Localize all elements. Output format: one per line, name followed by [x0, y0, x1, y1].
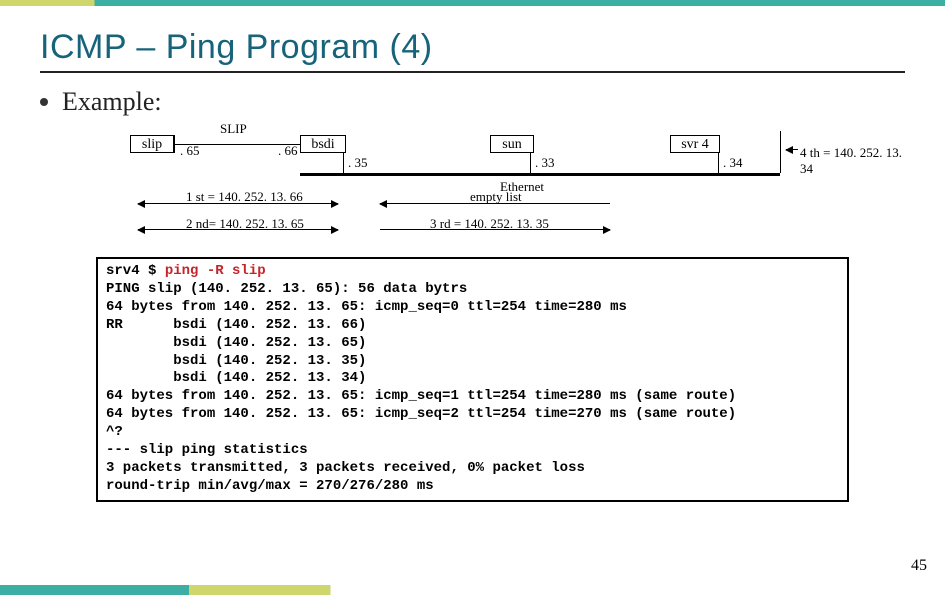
page-number: 45 — [911, 557, 927, 575]
slip-right-vline — [300, 135, 301, 153]
terminal-line: bsdi (140. 252. 13. 35) — [106, 353, 366, 369]
slide-content: ICMP – Ping Program (4) Example: slip bs… — [0, 0, 945, 502]
terminal-line: round-trip min/avg/max = 270/276/280 ms — [106, 478, 434, 494]
route-second: 2 nd= 140. 252. 13. 65 — [186, 216, 304, 232]
ip-sun-right: . 33 — [535, 155, 555, 171]
network-diagram: slip bsdi sun svr 4 SLIP . 65 . 66 . 35 … — [100, 121, 905, 251]
route-empty: empty list — [470, 189, 522, 205]
title-underline — [40, 71, 905, 73]
ip-svr4-right: . 34 — [723, 155, 743, 171]
node-bsdi: bsdi — [300, 135, 346, 153]
drop-bsdi — [343, 153, 344, 173]
terminal-line: 3 packets transmitted, 3 packets receive… — [106, 460, 585, 476]
ethernet-right-tick — [780, 131, 781, 173]
ip-bsdi-right: . 35 — [348, 155, 368, 171]
terminal-line: 64 bytes from 140. 252. 13. 65: icmp_seq… — [106, 406, 736, 422]
terminal-line: bsdi (140. 252. 13. 65) — [106, 335, 366, 351]
bullet-text: Example: — [62, 87, 162, 117]
node-sun: sun — [490, 135, 534, 153]
terminal-line: ^? — [106, 424, 123, 440]
terminal-line: 64 bytes from 140. 252. 13. 65: icmp_seq… — [106, 299, 627, 315]
terminal-line: bsdi (140. 252. 13. 34) — [106, 370, 366, 386]
terminal-line: PING slip (140. 252. 13. 65): 56 data by… — [106, 281, 467, 297]
bullet-dot-icon — [40, 98, 48, 106]
arrow-fourth — [786, 149, 798, 150]
page-title: ICMP – Ping Program (4) — [40, 28, 905, 67]
route-third: 3 rd = 140. 252. 13. 35 — [430, 216, 549, 232]
terminal-line: RR bsdi (140. 252. 13. 66) — [106, 317, 366, 333]
ethernet-bus — [300, 173, 780, 176]
terminal-prompt: srv4 $ — [106, 263, 165, 279]
terminal-line: --- slip ping statistics — [106, 442, 308, 458]
ip-slip-side: . 65 — [180, 143, 200, 159]
ip-bsdi-left: . 66 — [278, 143, 298, 159]
terminal-command: ping -R slip — [165, 263, 266, 279]
node-svr4: svr 4 — [670, 135, 720, 153]
terminal-line: 64 bytes from 140. 252. 13. 65: icmp_seq… — [106, 388, 736, 404]
slip-link-label: SLIP — [220, 121, 247, 137]
route-fourth: 4 th = 140. 252. 13. 34 — [800, 145, 905, 177]
bullet-example: Example: — [40, 87, 905, 117]
terminal-output: srv4 $ ping -R slip PING slip (140. 252.… — [96, 257, 849, 502]
top-accent-bar — [0, 0, 945, 6]
drop-sun — [530, 153, 531, 173]
node-slip: slip — [130, 135, 174, 153]
bottom-accent-bar — [0, 585, 945, 595]
drop-svr4 — [718, 153, 719, 173]
route-first: 1 st = 140. 252. 13. 66 — [186, 189, 303, 205]
